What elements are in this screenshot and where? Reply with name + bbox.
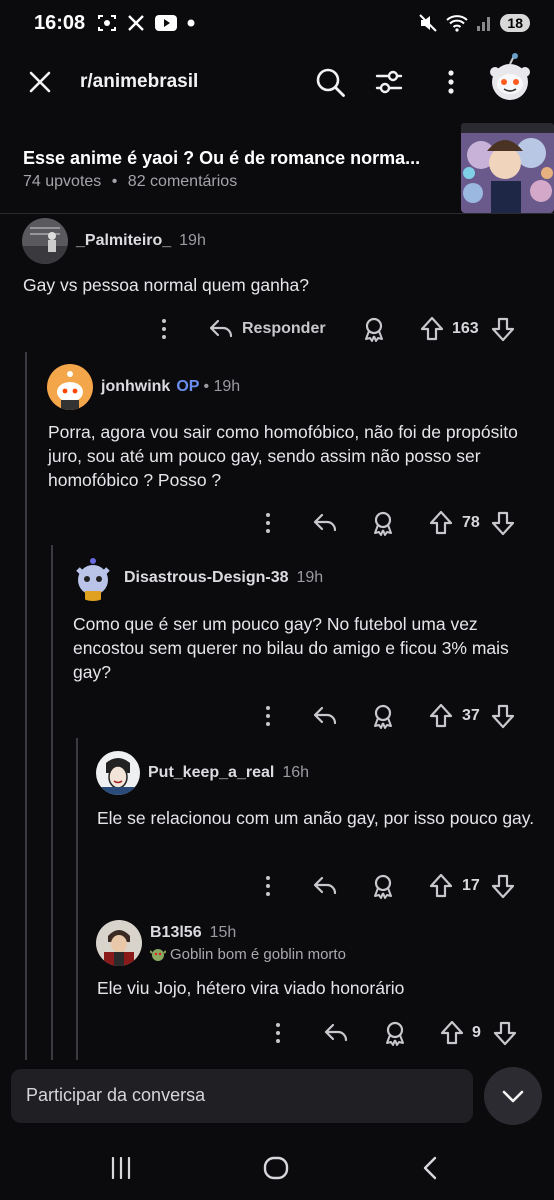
signal-icon [477, 17, 491, 31]
downvote-icon[interactable] [490, 871, 516, 901]
avatar[interactable] [22, 218, 68, 264]
vote-count: 78 [462, 514, 480, 531]
vote-count: 17 [462, 877, 480, 894]
username[interactable]: _Palmiteiro_ [76, 232, 171, 250]
comment-body: Ele viu Jojo, hétero vira viado honorári… [97, 978, 405, 998]
more-options-icon[interactable] [268, 1018, 288, 1048]
reply-button[interactable]: Responder [208, 314, 326, 344]
comment-header: Put_keep_a_real 16h [96, 751, 309, 795]
comment-header: _Palmiteiro_ 19h [22, 218, 206, 264]
snoo-avatar-icon[interactable] [486, 52, 534, 104]
comment-actions: 37 [0, 701, 554, 731]
upvote-icon[interactable] [419, 314, 445, 344]
comment-actions: 78 [0, 508, 554, 538]
post-meta: 74 upvotes • 82 comentários [23, 173, 237, 191]
award-icon[interactable] [370, 508, 396, 538]
mute-icon [419, 14, 438, 32]
comment-body: Ele se relacionou com um anão gay, por i… [97, 808, 535, 828]
sort-filter-icon[interactable] [373, 66, 405, 98]
battery-level: 18 [500, 14, 530, 32]
post-thumbnail[interactable] [461, 123, 554, 213]
avatar[interactable] [96, 920, 142, 966]
youtube-icon [155, 15, 178, 31]
comment-body: Gay vs pessoa normal quem ganha? [23, 275, 309, 295]
vote-count: 9 [472, 1024, 481, 1041]
op-badge: OP [176, 378, 200, 395]
comment-header: jonhwink OP • 19h [47, 364, 240, 410]
comment-time: 16h [282, 764, 310, 781]
app-bar: r/animebrasil [0, 46, 554, 118]
more-options-icon[interactable] [258, 871, 278, 901]
collapse-button[interactable] [484, 1067, 542, 1125]
avatar[interactable] [96, 751, 140, 795]
downvote-icon[interactable] [490, 701, 516, 731]
upvote-icon[interactable] [428, 871, 454, 901]
comment-actions: 9 [0, 1018, 554, 1048]
thread-line-depth-2 [51, 545, 53, 1060]
comment-header: Disastrous-Design-38 19h [70, 555, 323, 601]
goblin-flair-icon [150, 948, 166, 961]
comment-time: 19h [296, 569, 324, 586]
downvote-icon[interactable] [490, 314, 516, 344]
award-icon[interactable] [361, 314, 387, 344]
comment-actions: Responder 163 [0, 314, 554, 344]
comment-time: 15h [209, 924, 237, 941]
more-options-icon[interactable] [258, 701, 278, 731]
meta-separator: • [111, 173, 118, 190]
close-icon[interactable] [26, 68, 54, 96]
username[interactable]: jonhwink [101, 378, 170, 396]
reply-label: Responder [242, 320, 326, 337]
subreddit-name[interactable]: r/animebrasil [80, 71, 198, 93]
status-time: 16:08 [34, 11, 86, 34]
downvote-icon[interactable] [492, 1018, 518, 1048]
system-nav-bar [0, 1132, 554, 1200]
post-upvotes: 74 upvotes [23, 173, 102, 190]
upvote-icon[interactable] [428, 701, 454, 731]
reply-icon[interactable] [323, 1018, 349, 1048]
vote-count: 37 [462, 707, 480, 724]
user-flair: Goblin bom é goblin morto [150, 946, 346, 963]
more-options-icon[interactable] [258, 508, 278, 538]
upvote-icon[interactable] [428, 508, 454, 538]
post-title[interactable]: Esse anime é yaoi ? Ou é de romance norm… [23, 148, 443, 169]
post-header[interactable]: Esse anime é yaoi ? Ou é de romance norm… [0, 120, 554, 215]
flair-text: Goblin bom é goblin morto [170, 946, 346, 963]
upvote-icon[interactable] [439, 1018, 465, 1048]
comment-time: 19h [179, 232, 206, 249]
reply-icon[interactable] [312, 508, 338, 538]
comment-time: • 19h [203, 378, 241, 395]
reply-icon[interactable] [312, 701, 338, 731]
wifi-icon [446, 15, 469, 32]
vote-count: 163 [452, 320, 479, 337]
status-bar: 16:08 18 [0, 0, 554, 46]
more-options-icon[interactable] [154, 314, 174, 344]
back-icon[interactable] [417, 1154, 445, 1182]
comment-body: Como que é ser um pouco gay? No futebol … [73, 614, 509, 682]
reply-icon[interactable] [312, 871, 338, 901]
chevron-down-icon [502, 1090, 524, 1103]
reply-icon [209, 319, 233, 338]
award-icon[interactable] [382, 1018, 408, 1048]
comment-actions: 17 [0, 871, 554, 901]
downvote-icon[interactable] [490, 508, 516, 538]
recent-apps-icon[interactable] [107, 1154, 135, 1182]
notification-dot-icon [187, 19, 195, 27]
search-icon[interactable] [314, 66, 346, 98]
username[interactable]: B13l56 [150, 924, 202, 942]
award-icon[interactable] [370, 701, 396, 731]
screenshot-icon [98, 15, 117, 31]
username[interactable]: Put_keep_a_real [148, 764, 274, 782]
comment-body: Porra, agora vou sair como homofóbico, n… [48, 422, 518, 490]
username[interactable]: Disastrous-Design-38 [124, 569, 289, 587]
post-comment-count: 82 comentários [127, 173, 238, 190]
more-options-icon[interactable] [435, 66, 467, 98]
avatar[interactable] [70, 555, 116, 601]
avatar[interactable] [47, 364, 93, 410]
post-divider [0, 213, 554, 214]
join-conversation-input[interactable]: Participar da conversa [11, 1069, 473, 1123]
home-icon[interactable] [262, 1154, 290, 1182]
composer-placeholder: Participar da conversa [26, 1085, 206, 1105]
award-icon[interactable] [370, 871, 396, 901]
x-app-icon [128, 15, 145, 31]
